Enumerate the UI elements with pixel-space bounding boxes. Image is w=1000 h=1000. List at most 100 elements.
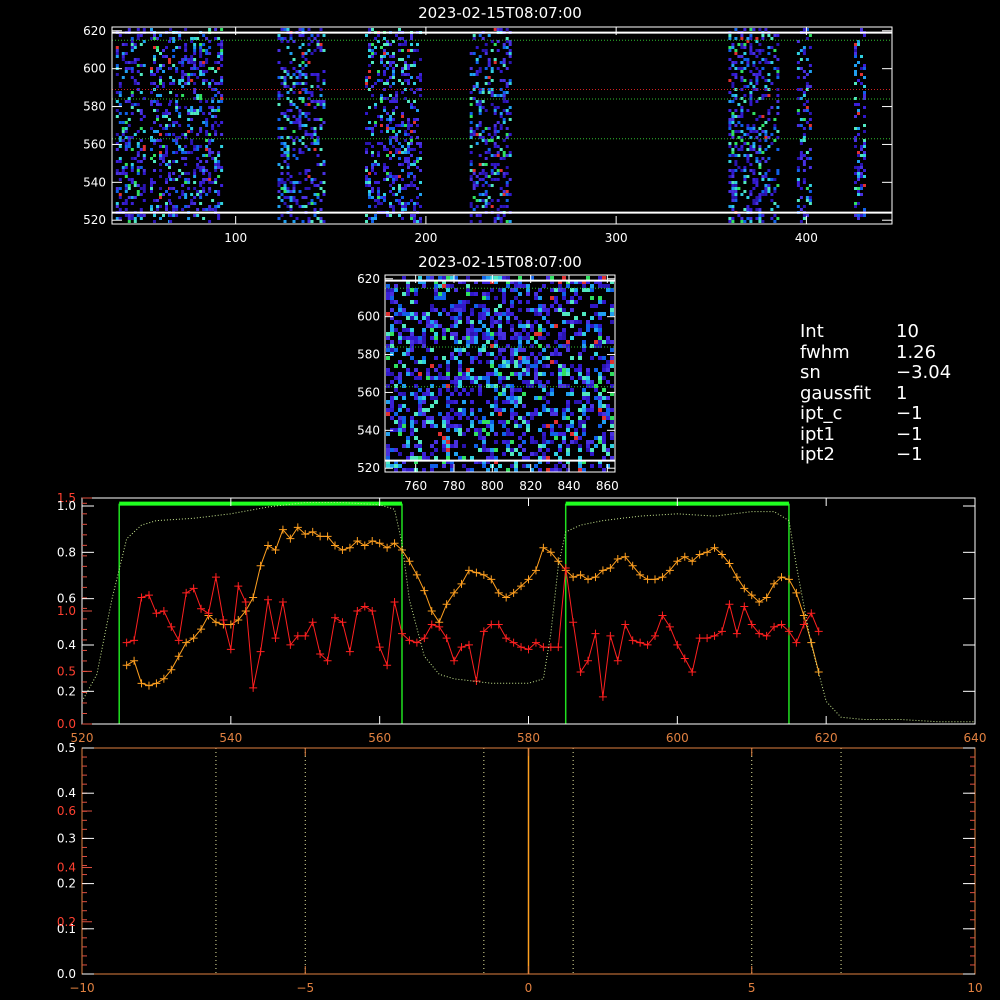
pixel [606,404,610,408]
pixel [494,296,498,300]
pixel [178,82,182,85]
pixel [466,468,470,472]
pixel [514,296,518,300]
pixel [407,133,410,136]
pixel [478,109,482,112]
pixel [860,145,863,148]
pixel [280,142,284,145]
pixel [283,151,287,154]
pixel [494,432,498,436]
pixel [542,388,546,392]
pixel [854,70,857,73]
pixel [402,392,406,396]
pixel [193,196,197,199]
pixel [368,184,371,187]
pixel [484,163,488,166]
pixel [380,58,383,61]
pixel [566,448,570,452]
pixel [490,452,494,456]
pixel [153,34,156,37]
pixel [499,124,503,127]
pixel [430,304,434,308]
pixel [863,175,866,178]
pixel [505,184,509,187]
pixel [854,139,857,142]
pixel [307,61,311,64]
pixel [277,184,281,187]
pixel [426,312,430,316]
data-point [144,591,153,600]
pixel [416,118,419,121]
pixel [406,440,410,444]
pixel [764,193,768,196]
pixel [538,456,542,460]
pixel [139,139,143,142]
pixel [578,424,582,428]
pixel [304,115,308,118]
data-point [576,668,585,677]
pixel [746,208,750,211]
pixel [518,320,522,324]
pixel [598,392,602,396]
pixel [734,184,738,187]
pixel [857,214,860,217]
x-tick-label: 300 [605,231,628,245]
pixel [395,193,398,196]
pixel [731,133,735,136]
pixel [172,172,176,175]
pixel [598,372,602,376]
pixel [319,103,323,106]
pixel [193,37,197,40]
pixel [193,181,197,184]
pixel [196,148,200,151]
pixel [538,304,542,308]
pixel [472,52,476,55]
pixel [743,178,747,181]
pixel [434,320,438,324]
pixel [542,424,546,428]
pixel [184,28,188,31]
pixel [139,127,143,130]
pixel [322,193,326,196]
pixel [130,43,134,46]
pixel [208,133,212,136]
pixel [522,440,526,444]
pixel [377,115,380,118]
pixel [508,118,512,121]
pixel [398,157,401,160]
pixel [386,432,390,436]
pixel [550,428,554,432]
pixel [410,312,414,316]
pixel [316,73,320,76]
pixel [578,468,582,472]
pixel [749,217,753,220]
pixel [139,166,143,169]
pixel [377,202,380,205]
pixel [502,364,506,368]
pixel [380,61,383,64]
pixel [518,324,522,328]
pixel [458,416,462,420]
pixel [496,199,500,202]
pixel [426,456,430,460]
pixel [518,292,522,296]
pixel [446,444,450,448]
pixel [502,392,506,396]
pixel [546,468,550,472]
pixel [292,121,296,124]
pixel [493,172,497,175]
pixel [808,46,812,49]
pixel [115,133,119,136]
pixel [383,178,386,181]
pixel [211,115,215,118]
pixel [115,73,119,76]
data-point [152,609,161,618]
pixel [220,28,224,31]
pixel [740,37,744,40]
pixel [474,444,478,448]
pixel [430,464,434,468]
pixel [770,217,774,220]
pixel [498,324,502,328]
pixel [220,79,224,82]
pixel [731,181,735,184]
